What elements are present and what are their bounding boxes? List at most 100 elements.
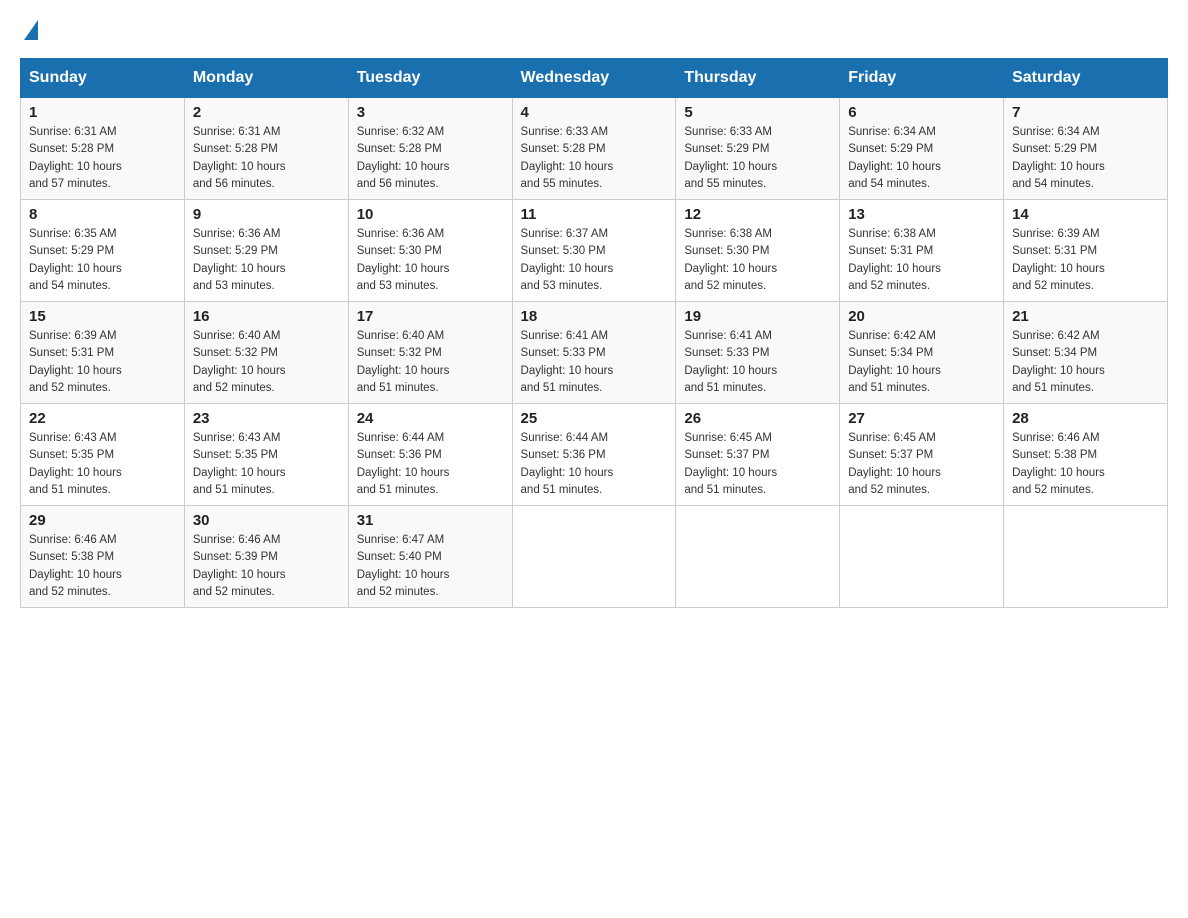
day-number: 24 xyxy=(357,410,504,427)
day-info: Sunrise: 6:43 AMSunset: 5:35 PMDaylight:… xyxy=(29,430,176,499)
calendar-cell: 9 Sunrise: 6:36 AMSunset: 5:29 PMDaylight… xyxy=(184,200,348,302)
day-number: 7 xyxy=(1012,104,1159,121)
day-info: Sunrise: 6:46 AMSunset: 5:39 PMDaylight:… xyxy=(193,532,340,601)
calendar-cell: 31 Sunrise: 6:47 AMSunset: 5:40 PMDayligh… xyxy=(348,506,512,608)
day-number: 8 xyxy=(29,206,176,223)
calendar-cell: 26 Sunrise: 6:45 AMSunset: 5:37 PMDayligh… xyxy=(676,404,840,506)
day-number: 28 xyxy=(1012,410,1159,427)
day-header-sunday: Sunday xyxy=(21,59,185,98)
day-info: Sunrise: 6:45 AMSunset: 5:37 PMDaylight:… xyxy=(684,430,831,499)
day-header-tuesday: Tuesday xyxy=(348,59,512,98)
calendar-cell: 24 Sunrise: 6:44 AMSunset: 5:36 PMDayligh… xyxy=(348,404,512,506)
day-number: 30 xyxy=(193,512,340,529)
calendar-cell: 6 Sunrise: 6:34 AMSunset: 5:29 PMDaylight… xyxy=(840,98,1004,200)
calendar-cell: 2Sunrise: 6:31 AMSunset: 5:28 PMDaylight… xyxy=(184,98,348,200)
day-info: Sunrise: 6:36 AMSunset: 5:29 PMDaylight:… xyxy=(193,226,340,295)
day-number: 27 xyxy=(848,410,995,427)
calendar-cell: 27 Sunrise: 6:45 AMSunset: 5:37 PMDayligh… xyxy=(840,404,1004,506)
day-number: 26 xyxy=(684,410,831,427)
day-number: 11 xyxy=(521,206,668,223)
day-number: 9 xyxy=(193,206,340,223)
day-info: Sunrise: 6:42 AMSunset: 5:34 PMDaylight:… xyxy=(1012,328,1159,397)
day-info: Sunrise: 6:39 AMSunset: 5:31 PMDaylight:… xyxy=(29,328,176,397)
day-info: Sunrise: 6:35 AMSunset: 5:29 PMDaylight:… xyxy=(29,226,176,295)
logo-triangle-icon xyxy=(24,20,38,40)
day-number: 23 xyxy=(193,410,340,427)
calendar-week-row: 15 Sunrise: 6:39 AMSunset: 5:31 PMDayligh… xyxy=(21,302,1168,404)
day-info: Sunrise: 6:33 AMSunset: 5:28 PMDaylight:… xyxy=(521,124,668,193)
logo xyxy=(20,20,38,38)
day-info: Sunrise: 6:44 AMSunset: 5:36 PMDaylight:… xyxy=(521,430,668,499)
day-info: Sunrise: 6:36 AMSunset: 5:30 PMDaylight:… xyxy=(357,226,504,295)
day-info: Sunrise: 6:41 AMSunset: 5:33 PMDaylight:… xyxy=(521,328,668,397)
day-header-saturday: Saturday xyxy=(1004,59,1168,98)
day-header-wednesday: Wednesday xyxy=(512,59,676,98)
day-number: 10 xyxy=(357,206,504,223)
day-info: Sunrise: 6:34 AMSunset: 5:29 PMDaylight:… xyxy=(1012,124,1159,193)
day-info: Sunrise: 6:40 AMSunset: 5:32 PMDaylight:… xyxy=(357,328,504,397)
day-info: Sunrise: 6:37 AMSunset: 5:30 PMDaylight:… xyxy=(521,226,668,295)
page-header xyxy=(20,20,1168,38)
day-number: 5 xyxy=(684,104,831,121)
calendar-cell xyxy=(676,506,840,608)
day-info: Sunrise: 6:32 AMSunset: 5:28 PMDaylight:… xyxy=(357,124,504,193)
day-number: 31 xyxy=(357,512,504,529)
day-number: 6 xyxy=(848,104,995,121)
day-number: 16 xyxy=(193,308,340,325)
day-info: Sunrise: 6:45 AMSunset: 5:37 PMDaylight:… xyxy=(848,430,995,499)
day-number: 22 xyxy=(29,410,176,427)
calendar-cell: 14Sunrise: 6:39 AMSunset: 5:31 PMDayligh… xyxy=(1004,200,1168,302)
day-number: 1 xyxy=(29,104,176,121)
day-info: Sunrise: 6:39 AMSunset: 5:31 PMDaylight:… xyxy=(1012,226,1159,295)
day-number: 18 xyxy=(521,308,668,325)
day-info: Sunrise: 6:42 AMSunset: 5:34 PMDaylight:… xyxy=(848,328,995,397)
day-info: Sunrise: 6:47 AMSunset: 5:40 PMDaylight:… xyxy=(357,532,504,601)
calendar-cell: 18 Sunrise: 6:41 AMSunset: 5:33 PMDayligh… xyxy=(512,302,676,404)
day-number: 4 xyxy=(521,104,668,121)
calendar-cell: 17Sunrise: 6:40 AMSunset: 5:32 PMDayligh… xyxy=(348,302,512,404)
calendar-cell: 4 Sunrise: 6:33 AMSunset: 5:28 PMDaylight… xyxy=(512,98,676,200)
calendar-week-row: 22 Sunrise: 6:43 AMSunset: 5:35 PMDayligh… xyxy=(21,404,1168,506)
day-number: 21 xyxy=(1012,308,1159,325)
calendar-cell: 10 Sunrise: 6:36 AMSunset: 5:30 PMDayligh… xyxy=(348,200,512,302)
calendar-cell: 8 Sunrise: 6:35 AMSunset: 5:29 PMDaylight… xyxy=(21,200,185,302)
calendar-cell xyxy=(840,506,1004,608)
day-info: Sunrise: 6:34 AMSunset: 5:29 PMDaylight:… xyxy=(848,124,995,193)
day-info: Sunrise: 6:41 AMSunset: 5:33 PMDaylight:… xyxy=(684,328,831,397)
calendar-week-row: 1 Sunrise: 6:31 AMSunset: 5:28 PMDaylight… xyxy=(21,98,1168,200)
calendar-cell: 7 Sunrise: 6:34 AMSunset: 5:29 PMDaylight… xyxy=(1004,98,1168,200)
calendar-cell xyxy=(512,506,676,608)
calendar-cell: 30 Sunrise: 6:46 AMSunset: 5:39 PMDayligh… xyxy=(184,506,348,608)
day-info: Sunrise: 6:40 AMSunset: 5:32 PMDaylight:… xyxy=(193,328,340,397)
day-header-friday: Friday xyxy=(840,59,1004,98)
day-number: 25 xyxy=(521,410,668,427)
day-header-thursday: Thursday xyxy=(676,59,840,98)
day-number: 20 xyxy=(848,308,995,325)
calendar-week-row: 8 Sunrise: 6:35 AMSunset: 5:29 PMDaylight… xyxy=(21,200,1168,302)
day-info: Sunrise: 6:31 AMSunset: 5:28 PMDaylight:… xyxy=(193,124,340,193)
day-header-monday: Monday xyxy=(184,59,348,98)
calendar-cell: 19Sunrise: 6:41 AMSunset: 5:33 PMDayligh… xyxy=(676,302,840,404)
calendar-cell: 22 Sunrise: 6:43 AMSunset: 5:35 PMDayligh… xyxy=(21,404,185,506)
day-number: 15 xyxy=(29,308,176,325)
calendar-cell: 23 Sunrise: 6:43 AMSunset: 5:35 PMDayligh… xyxy=(184,404,348,506)
calendar-table: SundayMondayTuesdayWednesdayThursdayFrid… xyxy=(20,58,1168,608)
calendar-cell: 13 Sunrise: 6:38 AMSunset: 5:31 PMDayligh… xyxy=(840,200,1004,302)
calendar-cell: 1Sunrise: 6:31 AMSunset: 5:28 PMDaylight… xyxy=(21,98,185,200)
calendar-cell: 11 Sunrise: 6:37 AMSunset: 5:30 PMDayligh… xyxy=(512,200,676,302)
day-info: Sunrise: 6:43 AMSunset: 5:35 PMDaylight:… xyxy=(193,430,340,499)
calendar-cell: 16 Sunrise: 6:40 AMSunset: 5:32 PMDayligh… xyxy=(184,302,348,404)
calendar-cell: 5 Sunrise: 6:33 AMSunset: 5:29 PMDaylight… xyxy=(676,98,840,200)
day-info: Sunrise: 6:46 AMSunset: 5:38 PMDaylight:… xyxy=(1012,430,1159,499)
calendar-cell: 12Sunrise: 6:38 AMSunset: 5:30 PMDayligh… xyxy=(676,200,840,302)
day-number: 13 xyxy=(848,206,995,223)
calendar-cell: 29Sunrise: 6:46 AMSunset: 5:38 PMDayligh… xyxy=(21,506,185,608)
day-info: Sunrise: 6:38 AMSunset: 5:30 PMDaylight:… xyxy=(684,226,831,295)
calendar-cell: 15 Sunrise: 6:39 AMSunset: 5:31 PMDayligh… xyxy=(21,302,185,404)
day-number: 3 xyxy=(357,104,504,121)
day-info: Sunrise: 6:38 AMSunset: 5:31 PMDaylight:… xyxy=(848,226,995,295)
calendar-header-row: SundayMondayTuesdayWednesdayThursdayFrid… xyxy=(21,59,1168,98)
calendar-cell: 25 Sunrise: 6:44 AMSunset: 5:36 PMDayligh… xyxy=(512,404,676,506)
day-info: Sunrise: 6:33 AMSunset: 5:29 PMDaylight:… xyxy=(684,124,831,193)
day-info: Sunrise: 6:44 AMSunset: 5:36 PMDaylight:… xyxy=(357,430,504,499)
